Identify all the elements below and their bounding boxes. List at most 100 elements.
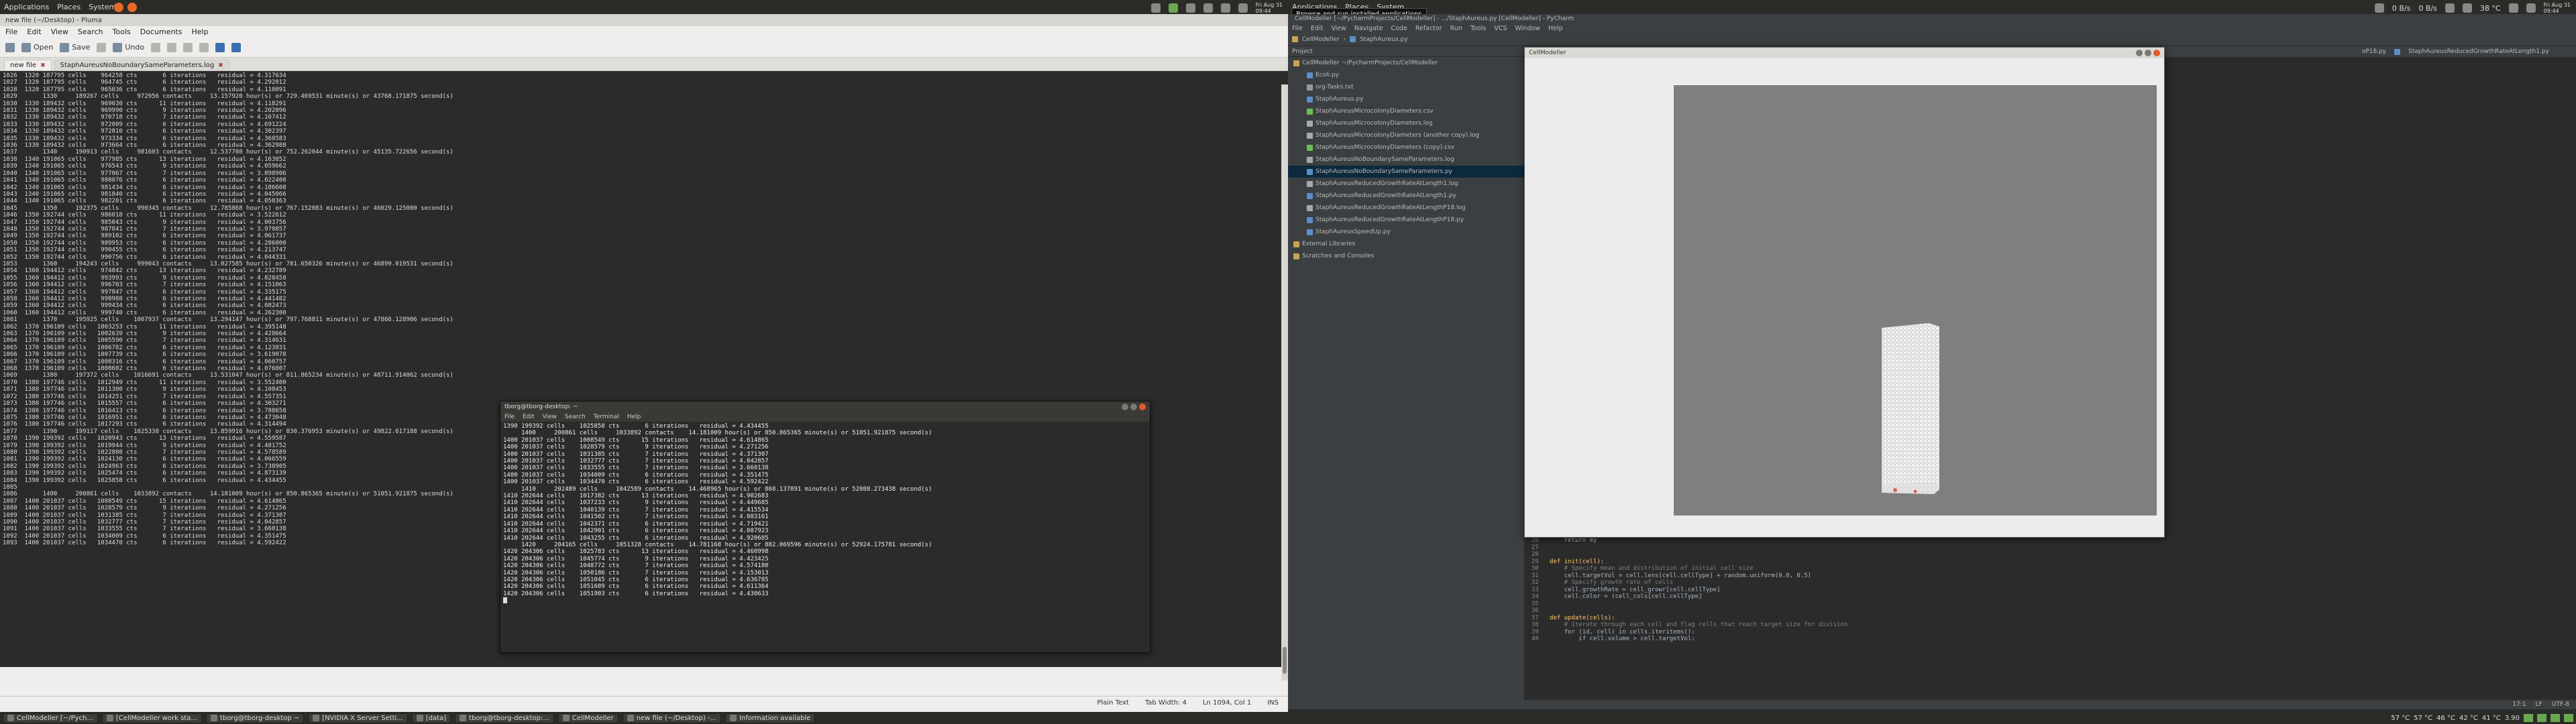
- copy-button[interactable]: [183, 42, 193, 52]
- editor-tab-length1[interactable]: StaphAureusReducedGrowthRateAtLength1.py: [2408, 48, 2549, 55]
- tree-item[interactable]: StaphAureusReducedGrowthRateAtLengthP18.…: [1288, 202, 1524, 214]
- taskbar-button[interactable]: [NVIDIA X Server Setti...: [308, 713, 408, 723]
- line-separator[interactable]: LF: [2536, 701, 2542, 708]
- breadcrumb-root[interactable]: CellModeller: [1302, 36, 1340, 43]
- terminal-menu-file[interactable]: File: [504, 414, 515, 420]
- pycharm-menu-file[interactable]: File: [1292, 25, 1303, 32]
- tree-item[interactable]: org-Tasks.txt: [1288, 81, 1524, 93]
- tree-item[interactable]: External Libraries: [1288, 238, 1524, 250]
- taskbar-button[interactable]: CellModeller [~/Pych...: [3, 713, 98, 723]
- menu-search[interactable]: Search: [78, 27, 103, 36]
- tree-item[interactable]: StaphAureusMicrocolonyDiameters (copy).c…: [1288, 141, 1524, 154]
- menu-tools[interactable]: Tools: [113, 27, 131, 36]
- taskbar-button[interactable]: Information available: [725, 713, 816, 723]
- terminal-cursor[interactable]: [503, 597, 507, 604]
- pycharm-menu-help[interactable]: Help: [1548, 25, 1563, 32]
- close-icon[interactable]: ✖: [218, 62, 223, 69]
- close-icon[interactable]: ✖: [40, 62, 46, 69]
- tree-item[interactable]: StaphAureusNoBoundarySameParameters.log: [1288, 154, 1524, 166]
- redo-button[interactable]: [151, 42, 161, 52]
- encoding[interactable]: UTF-8: [2552, 701, 2569, 708]
- menu-documents[interactable]: Documents: [140, 27, 182, 36]
- pluma-scrollbar[interactable]: [1281, 84, 1288, 680]
- mail-icon[interactable]: [1220, 3, 1230, 13]
- minimize-icon[interactable]: [2136, 50, 2143, 56]
- project-label[interactable]: Project: [1292, 48, 1313, 55]
- nvidia-icon[interactable]: [1168, 3, 1178, 13]
- language-selector[interactable]: Plain Text: [1097, 699, 1128, 707]
- tree-item[interactable]: StaphAureusReducedGrowthRateAtLengthP18.…: [1288, 214, 1524, 226]
- firefox-launcher-icon[interactable]: [114, 3, 123, 12]
- save-button[interactable]: Save: [60, 42, 90, 52]
- tree-item[interactable]: StaphAureus.py: [1288, 93, 1524, 105]
- menu-edit[interactable]: Edit: [27, 27, 41, 36]
- volume-icon[interactable]: [1203, 3, 1213, 13]
- workspace-2[interactable]: [2537, 714, 2546, 722]
- menu-file[interactable]: File: [5, 27, 17, 36]
- close-icon[interactable]: [2153, 50, 2160, 56]
- scrollbar-thumb[interactable]: [1283, 647, 1287, 674]
- code-editor[interactable]: 26 return my 27 28 29 def init(cell): 30…: [1524, 537, 2564, 700]
- tree-item[interactable]: StaphAureusNoBoundarySameParameters.py: [1288, 166, 1524, 178]
- terminal-menu-view[interactable]: View: [543, 414, 557, 420]
- tree-item[interactable]: StaphAureusMicrocolonyDiameters.log: [1288, 117, 1524, 129]
- firefox-launcher-icon-2[interactable]: [127, 3, 137, 12]
- taskbar-button[interactable]: [CellModeller work sta...: [101, 713, 202, 723]
- network-icon[interactable]: [2374, 3, 2384, 13]
- tree-item[interactable]: CellModeller ~/PycharmProjects/CellModel…: [1288, 57, 1524, 69]
- minimize-icon[interactable]: [1122, 404, 1128, 410]
- open-button[interactable]: Open: [21, 42, 53, 52]
- tab-log-file[interactable]: StaphAureusNoBoundarySameParameters.log ✖: [54, 60, 229, 70]
- taskbar-button[interactable]: tborg@tborg-desktop:...: [455, 713, 554, 723]
- caret-position[interactable]: 17:1: [2512, 701, 2526, 708]
- terminal-menu-help[interactable]: Help: [627, 414, 641, 420]
- taskbar-button[interactable]: tborg@tborg-desktop ~: [205, 713, 305, 723]
- taskbar-button[interactable]: new file (~/Desktop) -...: [622, 713, 722, 723]
- system-menu[interactable]: System: [89, 3, 116, 11]
- undo-button[interactable]: Undo: [113, 42, 144, 52]
- tree-item[interactable]: StaphAureusSpeedUp.py: [1288, 226, 1524, 238]
- taskbar-button[interactable]: [data]: [411, 713, 451, 723]
- clock-right[interactable]: Fri Aug 31 09:44: [2544, 2, 2571, 14]
- terminal-menu-edit[interactable]: Edit: [523, 414, 534, 420]
- taskbar-button[interactable]: CellModeller: [557, 713, 619, 723]
- simulation-viewport[interactable]: [1674, 85, 2157, 516]
- places-menu[interactable]: Places: [57, 3, 80, 11]
- cut-button[interactable]: [167, 42, 177, 52]
- menu-help[interactable]: Help: [191, 27, 208, 36]
- paste-button[interactable]: [199, 42, 209, 52]
- print-button[interactable]: [97, 42, 107, 52]
- pycharm-menu-code[interactable]: Code: [1391, 25, 1407, 32]
- tree-item[interactable]: Ecoli.py: [1288, 69, 1524, 81]
- bulb-icon[interactable]: [2445, 3, 2455, 13]
- pycharm-menu-window[interactable]: Window: [1515, 25, 1540, 32]
- tree-item[interactable]: StaphAureusMicrocolonyDiameters.csv: [1288, 105, 1524, 117]
- pycharm-menu-edit[interactable]: Edit: [1311, 25, 1323, 32]
- tree-item[interactable]: StaphAureusReducedGrowthRateAtLength1.lo…: [1288, 178, 1524, 190]
- find-button[interactable]: [215, 42, 225, 52]
- workspace-1[interactable]: [2524, 714, 2533, 722]
- pycharm-menu-view[interactable]: View: [1331, 25, 1346, 32]
- dropbox-icon[interactable]: [1150, 3, 1161, 13]
- replace-button[interactable]: [231, 42, 241, 52]
- maximize-icon[interactable]: [2145, 50, 2151, 56]
- network-icon[interactable]: [1185, 3, 1195, 13]
- cpu-icon[interactable]: [2462, 3, 2472, 13]
- clock-left[interactable]: Fri Aug 31 09:44: [1256, 2, 1283, 14]
- editor-tab-p18[interactable]: oP18.py: [2362, 48, 2386, 55]
- terminal-menu-search[interactable]: Search: [565, 414, 586, 420]
- breadcrumb-file[interactable]: StaphAureus.py: [1360, 36, 1407, 43]
- menu-view[interactable]: View: [51, 27, 68, 36]
- tab-new-file[interactable]: new file ✖: [4, 60, 52, 70]
- new-button[interactable]: [5, 42, 15, 52]
- maximize-icon[interactable]: [1130, 404, 1137, 410]
- terminal-menu-terminal[interactable]: Terminal: [594, 414, 619, 420]
- volume-icon[interactable]: [2526, 3, 2536, 13]
- tree-item[interactable]: Scratches and Consoles: [1288, 250, 1524, 262]
- tree-item[interactable]: StaphAureusReducedGrowthRateAtLength1.py: [1288, 190, 1524, 202]
- workspace-4[interactable]: [2564, 714, 2573, 722]
- power-icon[interactable]: [1238, 3, 1248, 13]
- applications-menu[interactable]: Applications: [4, 3, 49, 11]
- tab-width-selector[interactable]: Tab Width: 4: [1145, 699, 1187, 707]
- pycharm-menu-run[interactable]: Run: [1450, 25, 1462, 32]
